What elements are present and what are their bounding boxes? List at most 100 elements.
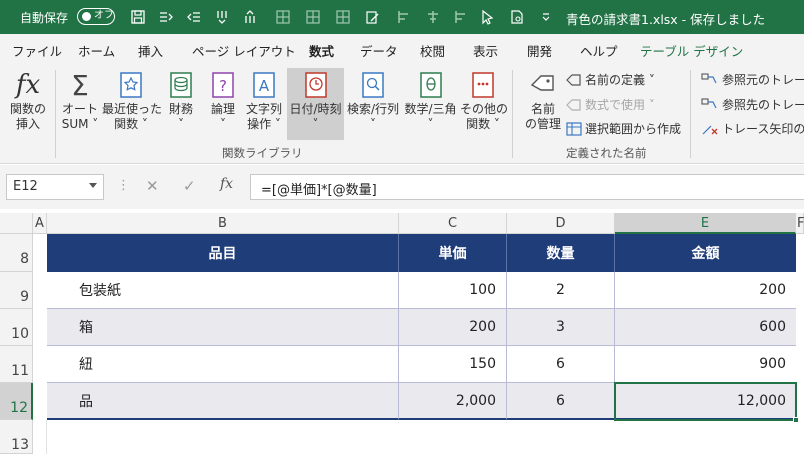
text-button[interactable]: A 文字列 操作 ˅ <box>243 68 285 140</box>
remove-arrows-icon <box>702 125 718 134</box>
use-in-formula-button[interactable]: 数式で使用 ˅ <box>566 96 655 113</box>
tab-help[interactable]: ヘルプ <box>580 41 618 60</box>
select-pointer-icon[interactable] <box>478 8 496 26</box>
column-header-e[interactable]: E <box>615 213 796 234</box>
table-cell[interactable]: 200 <box>615 272 796 309</box>
table-header-item[interactable]: 品目 <box>47 234 399 272</box>
table-cell[interactable]: 品 <box>47 383 399 420</box>
enter-icon[interactable]: ✓ <box>183 177 196 195</box>
tag-small-icon <box>566 73 581 86</box>
column-header-d[interactable]: D <box>507 213 615 234</box>
math-trig-label-2: ˅ <box>427 117 434 131</box>
insert-function-label-2: 挿入 <box>15 117 40 131</box>
column-header-b[interactable]: B <box>47 213 399 234</box>
row-header-12[interactable]: 12 <box>0 383 33 420</box>
trace-precedents-button[interactable]: 参照元のトレース <box>701 71 804 88</box>
tab-home[interactable]: ホーム <box>78 41 115 60</box>
trace-precedents-label: 参照元のトレース <box>722 73 804 87</box>
tab-formulas[interactable]: 数式 <box>309 41 335 67</box>
table-cell[interactable]: 2,000 <box>399 383 507 420</box>
tab-view[interactable]: 表示 <box>473 41 498 60</box>
row-header-13[interactable]: 13 <box>0 420 33 454</box>
print-preview-icon[interactable] <box>508 8 526 26</box>
insert-function-label-1: 関数の <box>9 102 46 116</box>
table-cell[interactable]: 900 <box>615 346 796 383</box>
table-cell[interactable]: 150 <box>399 346 507 383</box>
date-time-label-2: ˅ <box>312 117 319 131</box>
tab-page-layout[interactable]: ページ レイアウト <box>192 41 296 60</box>
tab-review[interactable]: 校閲 <box>420 41 445 60</box>
column-header-f[interactable]: F <box>796 213 804 234</box>
table-cell[interactable]: 200 <box>399 309 507 346</box>
lookup-reference-label-1: 検索/行列 <box>346 102 400 116</box>
table-header-unit-price[interactable]: 単価 <box>399 234 507 272</box>
recently-used-button[interactable]: 最近使った 関数 ˅ <box>102 68 162 140</box>
row-header-9[interactable]: 9 <box>0 272 33 309</box>
customize-quick-access-icon[interactable] <box>537 8 555 26</box>
cancel-icon[interactable]: ✕ <box>146 177 159 195</box>
tab-insert[interactable]: 挿入 <box>138 41 163 60</box>
remove-arrows-button[interactable]: トレース矢印の削除 <box>701 120 804 137</box>
row-header-8[interactable]: 8 <box>0 234 33 272</box>
table-header-amount[interactable]: 金額 <box>615 234 796 272</box>
logical-label-2: ˅ <box>220 117 226 131</box>
row-header-11[interactable]: 11 <box>0 346 33 383</box>
logical-button[interactable]: ? 論理 ˅ <box>204 68 242 140</box>
table-cell[interactable]: 2 <box>507 272 615 309</box>
table-cell[interactable]: 600 <box>615 309 796 346</box>
tab-data[interactable]: データ <box>360 41 398 60</box>
table-cell[interactable]: 100 <box>399 272 507 309</box>
table-cell[interactable]: 包装紙 <box>47 272 399 309</box>
table-cell[interactable]: 6 <box>507 346 615 383</box>
financial-button[interactable]: 財務 ˅ <box>162 68 200 140</box>
tab-developer[interactable]: 開発 <box>527 41 552 60</box>
delete-column-icon[interactable] <box>185 8 203 26</box>
align-right-icon[interactable] <box>452 8 470 26</box>
date-time-button[interactable]: 日付/時刻 ˅ <box>287 68 344 140</box>
chevron-down-icon[interactable] <box>89 183 97 188</box>
text-label-2: 操作 ˅ <box>247 117 281 131</box>
defined-names-group-label: 定義された名前 <box>566 146 647 160</box>
insert-column-icon[interactable] <box>157 8 175 26</box>
align-center-icon[interactable] <box>424 8 442 26</box>
align-icon[interactable] <box>395 8 413 26</box>
name-manager-button[interactable]: 名前 の管理 <box>522 68 564 140</box>
select-all-corner[interactable] <box>0 213 33 234</box>
fill-handle[interactable] <box>793 417 799 423</box>
lookup-reference-button[interactable]: 検索/行列 ˅ <box>346 68 400 140</box>
row-header-10[interactable]: 10 <box>0 309 33 346</box>
formula-input[interactable]: =[@単価]*[@数量] <box>250 174 804 200</box>
math-trig-button[interactable]: 数学/三角 ˅ <box>403 68 458 140</box>
empty-cell[interactable] <box>33 420 47 454</box>
insert-function-icon[interactable]: fx <box>220 176 233 192</box>
column-header-a[interactable]: A <box>33 213 47 234</box>
more-functions-button[interactable]: その他の 関数 ˅ <box>460 68 509 140</box>
table-cell[interactable]: 紐 <box>47 346 399 383</box>
drag-handle-icon[interactable]: ⋮ <box>117 178 130 193</box>
tab-table-design[interactable]: テーブル デザイン <box>640 41 743 60</box>
trace-dependents-button[interactable]: 参照先のトレース <box>701 96 804 113</box>
insert-row-icon[interactable] <box>213 8 231 26</box>
insert-function-button[interactable]: fx 関数の 挿入 <box>4 68 52 140</box>
clipboard-edit-icon[interactable] <box>363 8 381 26</box>
borders-icon[interactable] <box>274 8 292 26</box>
more-functions-label-1: その他の <box>460 102 509 116</box>
autosum-button[interactable]: Σ オート SUM ˅ <box>58 68 102 140</box>
delete-row-icon[interactable] <box>241 8 259 26</box>
table-cell[interactable]: 3 <box>507 309 615 346</box>
define-name-button[interactable]: 名前の定義 ˅ <box>566 71 655 88</box>
save-icon[interactable] <box>129 8 147 26</box>
ribbon-separator <box>690 70 691 158</box>
table-header-quantity[interactable]: 数量 <box>507 234 615 272</box>
svg-text:A: A <box>259 77 270 95</box>
tab-file[interactable]: ファイル <box>12 41 62 60</box>
ribbon: fx 関数の 挿入 Σ オート SUM ˅ 最近使った 関数 ˅ 財務 ˅ ? … <box>0 64 804 164</box>
autosave-toggle[interactable]: オフ <box>77 8 115 25</box>
name-box[interactable]: E12 <box>6 174 104 200</box>
borders-all-icon[interactable] <box>304 8 322 26</box>
grid-icon[interactable] <box>334 8 352 26</box>
table-cell[interactable]: 6 <box>507 383 615 420</box>
column-header-c[interactable]: C <box>399 213 507 234</box>
create-from-selection-button[interactable]: 選択範囲から作成 <box>566 120 681 137</box>
table-cell[interactable]: 箱 <box>47 309 399 346</box>
